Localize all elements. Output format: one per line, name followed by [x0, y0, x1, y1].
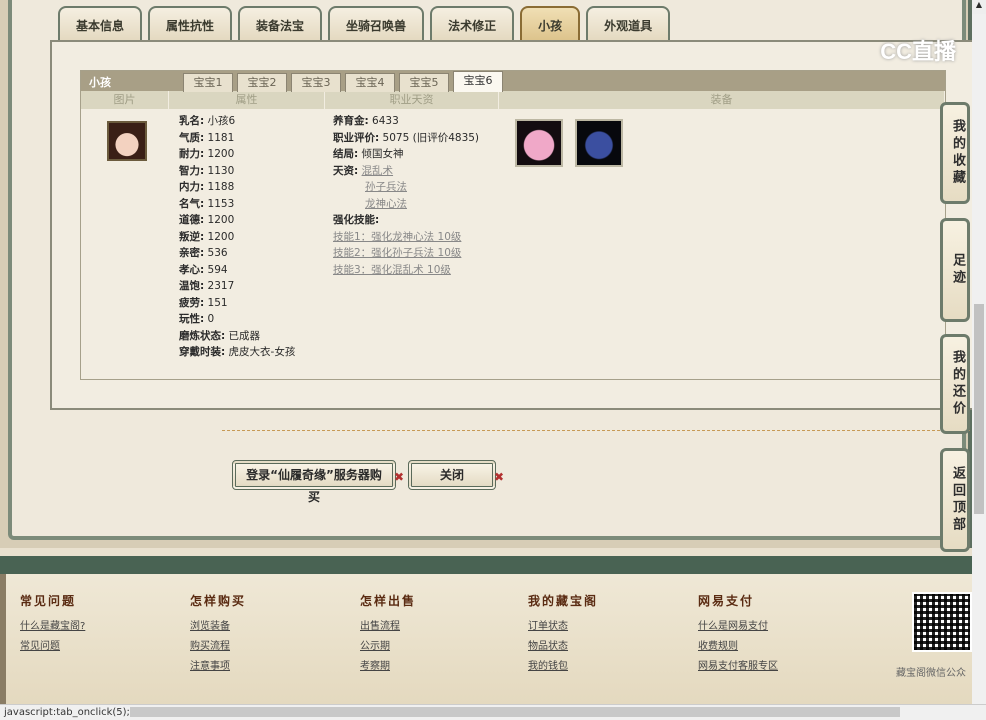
- subtab-baby1[interactable]: 宝宝1: [183, 73, 233, 92]
- col-image: 图片: [81, 91, 169, 109]
- talent-link[interactable]: 龙神心法: [365, 198, 407, 210]
- cc-live-logo: CC直播: [880, 39, 956, 64]
- attribute-row: 气质: 1181: [179, 131, 235, 144]
- footer-link[interactable]: 订单状态: [528, 617, 598, 637]
- tab-mounts-pets[interactable]: 坐骑召唤兽: [328, 6, 425, 42]
- subtab-baby4[interactable]: 宝宝4: [345, 73, 395, 92]
- ending: 倾国女神: [361, 148, 404, 160]
- footer-link[interactable]: 网易支付客服专区: [698, 657, 778, 677]
- talent-link[interactable]: 孙子兵法: [365, 181, 407, 193]
- side-nav-footprints[interactable]: 足迹: [940, 218, 970, 322]
- footer: 常见问题 什么是藏宝阁? 常见问题 怎样购买 浏览装备 购买流程 注意事项 怎样…: [0, 574, 972, 704]
- footer-col-faq: 常见问题 什么是藏宝阁? 常见问题: [20, 592, 85, 657]
- attribute-row: 磨炼状态: 已成器: [179, 329, 261, 342]
- footer-link[interactable]: 出售流程: [360, 617, 416, 637]
- footer-link[interactable]: 我的钱包: [528, 657, 598, 677]
- scroll-thumb[interactable]: [974, 304, 984, 514]
- close-x-icon: ✖: [393, 470, 404, 484]
- footer-link[interactable]: 什么是藏宝阁?: [20, 617, 85, 637]
- scroll-up-icon[interactable]: ▲: [972, 0, 986, 14]
- skill-link[interactable]: 技能2：强化孙子兵法 10级: [333, 247, 461, 259]
- talent-link[interactable]: 混乱术: [362, 165, 394, 177]
- nurture-fund: 6433: [372, 115, 399, 127]
- footer-link[interactable]: 注意事项: [190, 657, 246, 677]
- horizontal-scrollbar[interactable]: [130, 707, 900, 717]
- dashed-divider: [222, 430, 970, 431]
- close-button[interactable]: 关闭 ✖: [408, 460, 504, 490]
- attribute-list: 乳名: 小孩6 气质: 1181 耐力: 1200 智力: 1130 内力: 1188 名…: [169, 113, 325, 361]
- attribute-row: 亲密: 536: [179, 247, 228, 259]
- attribute-row: 道德: 1200: [179, 214, 235, 226]
- footer-link[interactable]: 公示期: [360, 637, 416, 657]
- footer-col-netease-pay: 网易支付 什么是网易支付 收费规则 网易支付客服专区: [698, 592, 778, 677]
- equipment-dress-icon[interactable]: [515, 119, 563, 167]
- footer-link[interactable]: 常见问题: [20, 637, 85, 657]
- subtab-baby5[interactable]: 宝宝5: [399, 73, 449, 92]
- column-header: 图片 属性 职业天资 装备: [81, 91, 945, 109]
- attribute-row: 内力: 1188: [179, 181, 235, 193]
- col-career: 职业天资: [325, 91, 499, 109]
- footer-link[interactable]: 购买流程: [190, 637, 246, 657]
- col-equipment: 装备: [499, 91, 945, 109]
- attribute-row: 玩性: 0: [179, 313, 215, 325]
- child-row: 乳名: 小孩6 气质: 1181 耐力: 1200 智力: 1130 内力: 1188 名…: [81, 109, 945, 361]
- equipment-slots: [499, 113, 945, 167]
- qr-caption: 藏宝阁微信公众: [896, 668, 966, 679]
- equipment-book-icon[interactable]: [575, 119, 623, 167]
- career-list: 养育金: 6433 职业评价: 5075 (旧评价4835) 结局: 倾国女神 …: [333, 115, 480, 276]
- attribute-row: 名气: 1153: [179, 197, 235, 210]
- tab-basic-info[interactable]: 基本信息: [58, 6, 143, 42]
- footer-link[interactable]: 考察期: [360, 657, 416, 677]
- close-x-icon: ✖: [493, 470, 504, 484]
- tab-appearance[interactable]: 外观道具: [586, 6, 671, 42]
- child-panel: 小孩 宝宝1 宝宝2 宝宝3 宝宝4 宝宝5 宝宝6 图片 属性 职业天资 装备…: [80, 70, 946, 380]
- col-attributes: 属性: [169, 91, 325, 109]
- panel-title: 小孩: [89, 76, 111, 89]
- attribute-row: 叛逆: 1200: [179, 230, 235, 243]
- main-tabs: 基本信息 属性抗性 装备法宝 坐骑召唤兽 法术修正 小孩 外观道具: [58, 6, 671, 42]
- attribute-row: 乳名: 小孩6: [179, 115, 236, 127]
- attribute-row: 疲劳: 151: [179, 296, 228, 309]
- vertical-scrollbar[interactable]: [972, 14, 986, 704]
- attribute-row: 智力: 1130: [179, 164, 235, 177]
- skill-link[interactable]: 技能3：强化混乱术 10级: [333, 264, 451, 276]
- attribute-row: 穿戴时装: 虎皮大衣-女孩: [179, 346, 296, 358]
- footer-col-my-account: 我的藏宝阁 订单状态 物品状态 我的钱包: [528, 592, 598, 677]
- attribute-row: 孝心: 594: [179, 263, 228, 276]
- skill-link[interactable]: 技能1：强化龙神心法 10级: [333, 231, 461, 243]
- tab-children[interactable]: 小孩: [520, 6, 581, 42]
- subtab-baby3[interactable]: 宝宝3: [291, 73, 341, 92]
- login-to-buy-button[interactable]: 登录“仙履奇缘”服务器购买 ✖: [232, 460, 404, 504]
- footer-link[interactable]: 物品状态: [528, 637, 598, 657]
- attribute-row: 温饱: 2317: [179, 280, 235, 292]
- baby-subtabs: 宝宝1 宝宝2 宝宝3 宝宝4 宝宝5 宝宝6: [183, 71, 503, 92]
- footer-link[interactable]: 浏览装备: [190, 617, 246, 637]
- child-avatar: [107, 121, 147, 161]
- tab-attributes[interactable]: 属性抗性: [148, 6, 233, 42]
- footer-band: [0, 556, 972, 574]
- footer-col-how-to-buy: 怎样购买 浏览装备 购买流程 注意事项: [190, 592, 246, 677]
- wechat-qr-code: [912, 592, 972, 652]
- career-rating: 5075 (旧评价4835): [382, 131, 480, 144]
- subtab-baby2[interactable]: 宝宝2: [237, 73, 287, 92]
- footer-link[interactable]: 什么是网易支付: [698, 617, 778, 637]
- side-nav-my-bargains[interactable]: 我的还价: [940, 334, 970, 434]
- attribute-row: 耐力: 1200: [179, 148, 235, 160]
- tab-spell-mods[interactable]: 法术修正: [430, 6, 515, 42]
- footer-link[interactable]: 收费规则: [698, 637, 778, 657]
- footer-col-how-to-sell: 怎样出售 出售流程 公示期 考察期: [360, 592, 416, 677]
- tab-equipment[interactable]: 装备法宝: [238, 6, 323, 42]
- panel-header: 小孩 宝宝1 宝宝2 宝宝3 宝宝4 宝宝5 宝宝6: [81, 71, 945, 92]
- side-nav-my-favorites[interactable]: 我的收藏: [940, 102, 970, 204]
- side-nav-back-to-top[interactable]: 返回顶部: [940, 448, 970, 552]
- subtab-baby6[interactable]: 宝宝6: [453, 71, 503, 92]
